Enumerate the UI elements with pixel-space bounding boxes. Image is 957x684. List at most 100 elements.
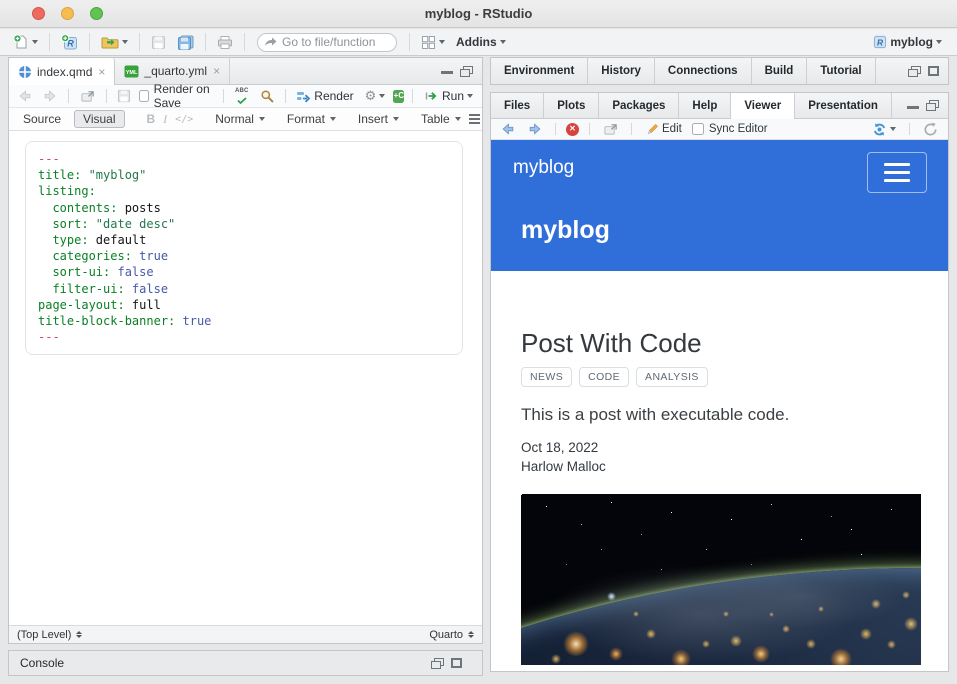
pane-layout-caret-icon xyxy=(439,40,445,44)
tab-connections[interactable]: Connections xyxy=(655,58,752,84)
render-on-save-checkbox-group[interactable]: Render on Save xyxy=(139,82,215,110)
filetype-selector[interactable]: Quarto xyxy=(429,629,474,641)
viewer-content[interactable]: myblog myblog Post With Code NEWS CODE A… xyxy=(491,140,948,671)
category-badge[interactable]: NEWS xyxy=(521,367,572,387)
yaml-code-block[interactable]: ---title: "myblog"listing: contents: pos… xyxy=(25,141,463,355)
tab-close-icon[interactable]: × xyxy=(213,65,220,77)
tab-files[interactable]: Files xyxy=(491,93,544,118)
minimize-pane-icon[interactable] xyxy=(441,66,453,76)
tab-history[interactable]: History xyxy=(588,58,655,84)
insert-menu[interactable]: Insert xyxy=(358,112,399,126)
source-mode-button[interactable]: Source xyxy=(18,111,66,127)
bold-button[interactable]: B xyxy=(147,112,156,126)
viewer-popout-button[interactable] xyxy=(600,120,621,138)
toolbar-separator xyxy=(106,89,107,103)
close-button[interactable] xyxy=(32,7,45,20)
category-badge[interactable]: ANALYSIS xyxy=(636,367,708,387)
maximize-pane-icon[interactable] xyxy=(451,658,462,668)
city-lights-decoration xyxy=(521,494,921,665)
svg-text:R: R xyxy=(877,37,883,47)
run-button[interactable]: Run xyxy=(421,87,476,105)
print-icon xyxy=(217,35,233,50)
hamburger-bar xyxy=(884,179,910,182)
render-options-button[interactable]: ⚙ xyxy=(362,88,389,105)
tab-presentation[interactable]: Presentation xyxy=(795,93,892,118)
category-badge[interactable]: CODE xyxy=(579,367,629,387)
toolbar-separator xyxy=(68,89,69,103)
popout-button[interactable] xyxy=(77,87,98,105)
new-file-button[interactable] xyxy=(10,32,41,52)
find-replace-button[interactable] xyxy=(257,87,277,105)
new-file-caret-icon xyxy=(32,40,38,44)
code-button[interactable]: </> xyxy=(175,114,193,125)
tab-packages[interactable]: Packages xyxy=(599,93,679,118)
edit-button[interactable]: Edit xyxy=(642,120,685,139)
restore-pane-icon[interactable] xyxy=(431,658,444,669)
forward-button[interactable] xyxy=(40,87,60,105)
render-on-save-checkbox[interactable] xyxy=(139,90,148,102)
render-button[interactable]: Render xyxy=(293,87,356,105)
goto-arrow-icon xyxy=(264,36,277,48)
save-all-button[interactable] xyxy=(174,33,197,52)
site-brand-link[interactable]: myblog xyxy=(513,157,574,179)
toolbar-separator xyxy=(909,123,910,135)
search-icon xyxy=(260,89,274,103)
save-button[interactable] xyxy=(148,33,169,52)
tab-quarto-yml[interactable]: YML _quarto.yml × xyxy=(115,58,230,84)
project-menu-button[interactable]: R myblog xyxy=(870,33,945,51)
scope-selector[interactable]: (Top Level) xyxy=(17,629,82,641)
spellcheck-button[interactable]: ABC xyxy=(232,86,252,106)
zoom-button[interactable] xyxy=(90,7,103,20)
print-button[interactable] xyxy=(214,33,236,52)
sync-editor-checkbox[interactable] xyxy=(692,123,704,135)
format-menu-label: Format xyxy=(287,112,325,126)
addins-caret-icon xyxy=(500,40,506,44)
insert-chunk-button[interactable]: +C xyxy=(393,90,404,103)
minimize-pane-icon[interactable] xyxy=(907,101,919,111)
open-file-button[interactable] xyxy=(98,33,131,52)
tab-build[interactable]: Build xyxy=(752,58,808,84)
post-title: Post With Code xyxy=(521,328,918,359)
goto-file-input[interactable] xyxy=(257,33,397,52)
tab-viewer[interactable]: Viewer xyxy=(731,93,795,119)
publish-button[interactable] xyxy=(869,120,899,139)
toolbar-separator xyxy=(205,33,206,51)
save-document-button[interactable] xyxy=(114,87,134,105)
editor-content[interactable]: ---title: "myblog"listing: contents: pos… xyxy=(9,131,482,625)
publish-icon xyxy=(872,122,887,137)
hamburger-bar xyxy=(884,163,910,166)
outline-toggle-button[interactable] xyxy=(469,114,480,124)
tab-tutorial[interactable]: Tutorial xyxy=(807,58,875,84)
render-on-save-label: Render on Save xyxy=(154,82,216,110)
maximize-pane-icon[interactable] xyxy=(928,66,939,76)
paragraph-style-dropdown[interactable]: Normal xyxy=(215,112,265,126)
table-menu[interactable]: Table xyxy=(421,112,461,126)
stop-icon[interactable]: ✕ xyxy=(566,123,579,136)
restore-pane-icon[interactable] xyxy=(460,66,473,77)
hamburger-menu-button[interactable] xyxy=(867,152,927,193)
tab-index-qmd[interactable]: index.qmd × xyxy=(9,58,115,85)
minimize-button[interactable] xyxy=(61,7,74,20)
new-project-button[interactable]: R xyxy=(58,32,81,52)
insert-caret-icon xyxy=(393,117,399,121)
tab-help[interactable]: Help xyxy=(679,93,731,118)
back-button[interactable] xyxy=(15,87,35,105)
format-menu[interactable]: Format xyxy=(287,112,336,126)
pane-layout-button[interactable] xyxy=(418,33,448,52)
refresh-button[interactable] xyxy=(920,120,941,139)
tab-plots[interactable]: Plots xyxy=(544,93,599,118)
tab-close-icon[interactable]: × xyxy=(98,66,105,78)
code-line: filter-ui: false xyxy=(38,281,450,297)
italic-button[interactable]: I xyxy=(163,112,167,127)
restore-pane-icon[interactable] xyxy=(908,66,921,77)
sync-editor-checkbox-group[interactable]: Sync Editor xyxy=(692,123,768,135)
save-all-icon xyxy=(177,35,194,50)
filetype-updown-icon xyxy=(468,631,474,638)
addins-button[interactable]: Addins xyxy=(453,33,509,51)
restore-pane-icon[interactable] xyxy=(926,100,939,111)
viewer-forward-button[interactable] xyxy=(525,120,545,138)
scope-label: (Top Level) xyxy=(17,629,71,641)
viewer-back-button[interactable] xyxy=(498,120,518,138)
visual-mode-button[interactable]: Visual xyxy=(74,110,124,128)
tab-environment[interactable]: Environment xyxy=(491,58,588,84)
